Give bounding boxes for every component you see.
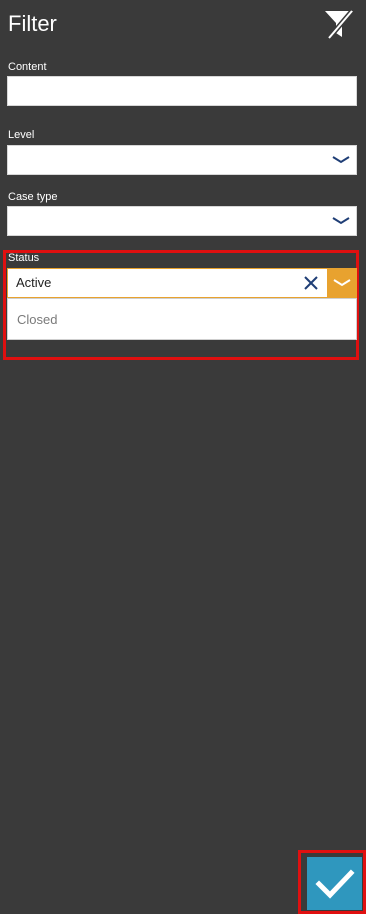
case-type-label: Case type — [8, 191, 58, 203]
status-dropdown-list: Closed — [7, 298, 357, 340]
status-select-value: Active — [16, 275, 52, 290]
filter-clear-icon — [325, 9, 354, 40]
status-option-closed[interactable]: Closed — [17, 299, 57, 341]
apply-filter-button[interactable] — [307, 857, 362, 910]
chevron-down-icon[interactable] — [326, 146, 356, 174]
level-select[interactable] — [7, 145, 357, 175]
status-select[interactable]: Active — [7, 268, 357, 298]
clear-status-button[interactable] — [300, 269, 322, 297]
chevron-down-icon[interactable] — [326, 207, 356, 235]
content-label: Content — [8, 61, 47, 73]
content-input[interactable] — [7, 76, 357, 106]
status-label: Status — [8, 252, 40, 264]
case-type-select[interactable] — [7, 206, 357, 236]
status-dropdown-toggle[interactable] — [327, 268, 357, 298]
close-icon — [304, 276, 318, 290]
clear-filter-button[interactable] — [322, 7, 356, 41]
chevron-down-icon — [333, 279, 351, 287]
page-title: Filter — [8, 11, 57, 36]
level-label: Level — [8, 129, 35, 141]
checkmark-icon — [314, 868, 355, 899]
